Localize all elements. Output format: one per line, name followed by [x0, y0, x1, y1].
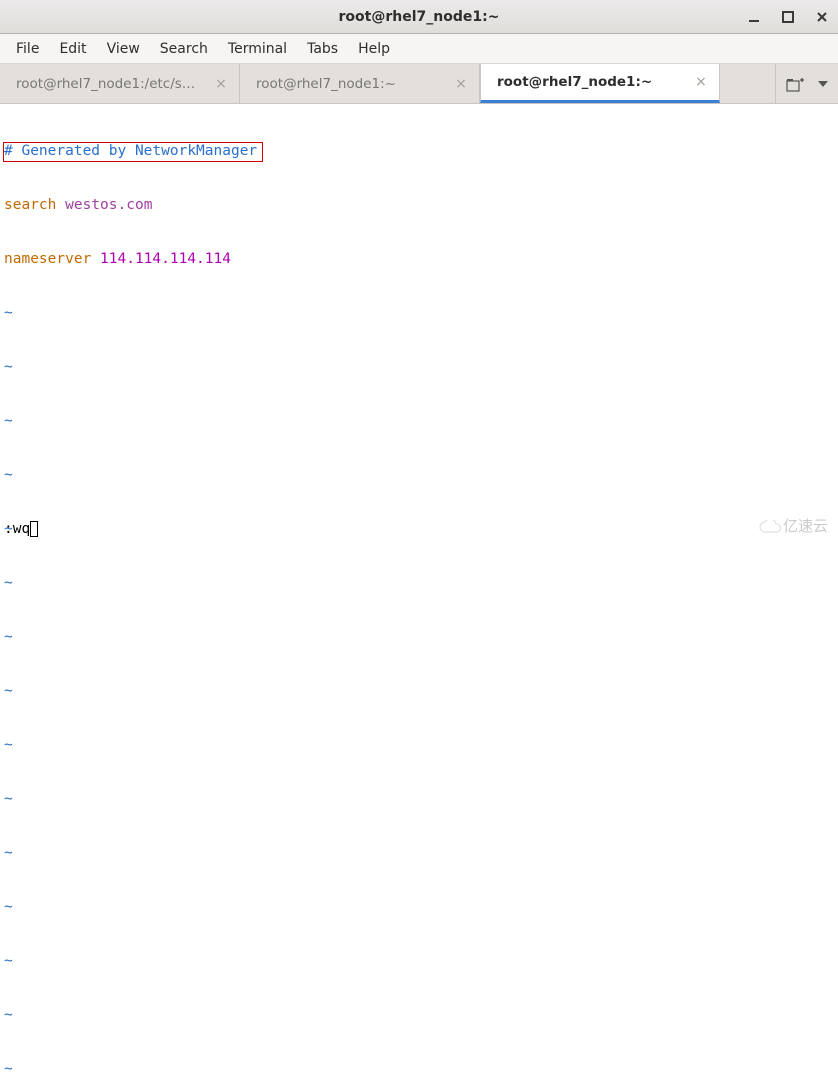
editor-line-2: search westos.com [4, 196, 834, 214]
maximize-button[interactable] [780, 9, 796, 25]
vim-command-line[interactable]: :wq [4, 520, 38, 538]
tab-close-icon[interactable]: × [213, 76, 229, 92]
editor-line-3: nameserver 114.114.114.114 [4, 250, 834, 268]
vim-empty-line: ~ [4, 844, 834, 862]
vim-empty-line: ~ [4, 520, 834, 538]
vim-empty-line: ~ [4, 1006, 834, 1024]
tab-3[interactable]: root@rhel7_node1:~ × [480, 64, 720, 103]
vim-empty-line: ~ [4, 898, 834, 916]
vim-empty-line: ~ [4, 628, 834, 646]
tab-menu-dropdown[interactable] [818, 81, 828, 87]
tab-close-icon[interactable]: × [693, 74, 709, 90]
tab-label: root@rhel7_node1:~ [250, 76, 453, 92]
vim-value-domain: westos.com [56, 197, 152, 213]
minimize-button[interactable] [746, 9, 762, 25]
menu-terminal[interactable]: Terminal [218, 37, 297, 61]
vim-empty-line: ~ [4, 682, 834, 700]
tab-label: root@rhel7_node1:~ [491, 74, 693, 90]
window-controls [746, 9, 838, 25]
vim-empty-line: ~ [4, 412, 834, 430]
window-titlebar: root@rhel7_node1:~ [0, 0, 838, 34]
tab-label: root@rhel7_node1:/etc/s… [10, 76, 213, 92]
vim-empty-line: ~ [4, 466, 834, 484]
vim-empty-line: ~ [4, 304, 834, 322]
cursor-icon [30, 521, 38, 537]
menu-view[interactable]: View [97, 37, 150, 61]
tab-1[interactable]: root@rhel7_node1:/etc/s… × [0, 64, 240, 103]
tab-close-icon[interactable]: × [453, 76, 469, 92]
editor-line-1: # Generated by NetworkManager [4, 142, 834, 160]
vim-command-text: :wq [4, 520, 30, 538]
vim-empty-line: ~ [4, 1060, 834, 1078]
menu-tabs[interactable]: Tabs [297, 37, 348, 61]
vim-keyword-nameserver: nameserver [4, 251, 100, 267]
vim-empty-line: ~ [4, 790, 834, 808]
tabbar: root@rhel7_node1:/etc/s… × root@rhel7_no… [0, 64, 838, 104]
close-button[interactable] [814, 9, 830, 25]
vim-keyword-search: search [4, 197, 56, 213]
vim-empty-line: ~ [4, 952, 834, 970]
vim-empty-line: ~ [4, 574, 834, 592]
menu-file[interactable]: File [6, 37, 49, 61]
menubar: File Edit View Search Terminal Tabs Help [0, 34, 838, 64]
menu-edit[interactable]: Edit [49, 37, 96, 61]
vim-comment: # Generated by NetworkManager [4, 143, 257, 159]
vim-value-ip: 114.114.114.114 [100, 251, 231, 267]
tabbar-actions [775, 64, 838, 103]
terminal-viewport[interactable]: # Generated by NetworkManager search wes… [0, 104, 838, 544]
new-tab-button[interactable] [786, 76, 804, 92]
tab-2[interactable]: root@rhel7_node1:~ × [240, 64, 480, 103]
window-title: root@rhel7_node1:~ [0, 9, 838, 25]
menu-help[interactable]: Help [348, 37, 400, 61]
vim-empty-line: ~ [4, 358, 834, 376]
menu-search[interactable]: Search [150, 37, 218, 61]
vim-empty-line: ~ [4, 736, 834, 754]
